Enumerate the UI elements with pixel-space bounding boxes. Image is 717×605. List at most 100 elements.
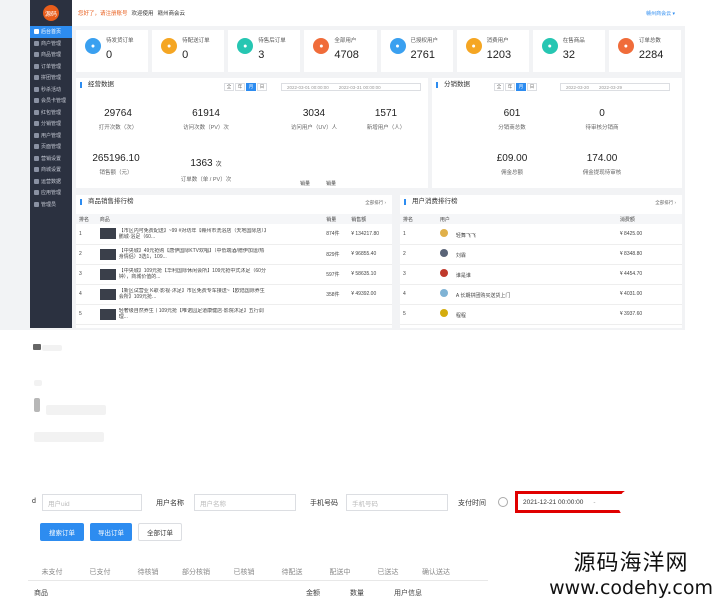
username-input[interactable]: 用户名称 — [194, 494, 296, 511]
uid-label: d — [32, 498, 36, 505]
sidebar-item[interactable]: 秒杀活动 — [30, 84, 72, 96]
order-status-tab[interactable]: 配送中 — [316, 564, 364, 580]
order-status-tab[interactable]: 已支付 — [76, 564, 124, 580]
dist-metric: 0 待审核分销商 — [562, 108, 642, 131]
rank-cell: 3 — [76, 264, 97, 285]
sidebar-item[interactable]: 商户管理 — [30, 38, 72, 50]
goods-cell: 轻奢级自然养生丨109元抢【唯诺园足道康健店·影院沐足】五行调理... — [96, 304, 324, 325]
user-name: 刘霖 — [455, 253, 466, 259]
search-orders-button[interactable]: 搜索订单 — [40, 523, 84, 541]
table-row[interactable]: 4 A 长期拼团购买送货上门 ¥ 4031.00 — [400, 284, 682, 305]
stat-value: 32 — [562, 49, 575, 61]
table-row[interactable]: 4 【新区试营业 K歌·影视·沐足】市区免费专车接送~【欧陆国际养生会所】109元… — [76, 284, 392, 305]
sidebar-item[interactable]: 红包管理 — [30, 107, 72, 119]
sidebar-item[interactable]: 运营数据 — [30, 176, 72, 188]
blurred-area — [34, 398, 40, 412]
metric-value: 61914 — [192, 108, 220, 119]
goods-rank-more-link[interactable]: 全部排行 › — [365, 200, 386, 206]
sidebar-item[interactable]: 营销设置 — [30, 153, 72, 165]
dist-period-tabs: 全年月日 — [494, 83, 537, 91]
period-tab[interactable]: 年 — [235, 83, 245, 91]
stat-card[interactable]: ● 消费用户 1203 — [456, 30, 529, 72]
ops-date-range[interactable]: 2022-03-01 00:00:00 2022-03-31 00:00:00 — [281, 83, 421, 91]
stat-card[interactable]: ● 订单总数 2284 — [608, 30, 681, 72]
nav-icon — [34, 63, 39, 69]
sidebar-item[interactable]: 商品管理 — [30, 49, 72, 61]
stat-card[interactable]: ● 待发货订单 0 — [76, 30, 149, 72]
nav-icon — [34, 40, 39, 46]
sidebar-item[interactable]: 后台首页 — [30, 26, 72, 38]
stat-card[interactable]: ● 在售商品 32 — [532, 30, 605, 72]
table-row[interactable]: 5 轻奢级自然养生丨109元抢【唯诺园足道康健店·影院沐足】五行调理... — [76, 304, 392, 325]
sort-tab-amount[interactable]: 销量 — [326, 180, 336, 187]
sidebar-item[interactable]: 商城设置 — [30, 164, 72, 176]
nav-icon — [34, 144, 39, 150]
order-status-tab[interactable]: 待配送 — [268, 564, 316, 580]
sidebar-item[interactable]: 页面管理 — [30, 141, 72, 153]
account-menu[interactable]: 赣州商会云 ▾ — [646, 10, 675, 17]
goods-cell: 【中央城】49元抢购【唐伊国际KTV欢唱】（中低端酒/赠伊加运/热身情侣）3选1… — [96, 244, 324, 265]
stat-value: 2284 — [638, 49, 664, 61]
sidebar-item[interactable]: 分销管理 — [30, 118, 72, 130]
order-status-tabs: 未支付 已支付 待核销 部分核销 已核销 待配送 配送中 已送达 确认送达 — [28, 564, 488, 581]
user-cell: 程程 — [436, 304, 617, 325]
order-status-tab[interactable]: 已送达 — [364, 564, 412, 580]
order-status-tab[interactable]: 确认送达 — [412, 564, 460, 580]
period-tab[interactable]: 月 — [516, 83, 526, 91]
sidebar-item-label: 秒杀活动 — [41, 86, 62, 93]
dist-date-range[interactable]: 2022-03-20 2022-03-29 — [560, 83, 670, 91]
sidebar-item[interactable]: 会员卡管理 — [30, 95, 72, 107]
goods-icon: ● — [541, 38, 558, 54]
sidebar-item[interactable]: 订单管理 — [30, 61, 72, 73]
table-row[interactable]: 3 【中央城】109元抢【华利国际休闲会所】109元抢中式沐足（60分钟），商城价… — [76, 264, 392, 285]
order-status-tab[interactable]: 已核销 — [220, 564, 268, 580]
user-name: A 长期拼团购买送货上门 — [455, 293, 511, 299]
period-tab[interactable]: 月 — [246, 83, 256, 91]
stat-label: 待售后订单 — [258, 38, 286, 44]
table-row[interactable]: 2 刘霖 ¥ 8348.80 — [400, 244, 682, 265]
period-tab[interactable]: 全 — [224, 83, 234, 91]
period-tab[interactable]: 全 — [494, 83, 504, 91]
table-row[interactable]: 1 轻舞飞飞 ¥ 8425.00 — [400, 224, 682, 245]
order-status-tab[interactable]: 待核销 — [124, 564, 172, 580]
order-status-tab[interactable]: 未支付 — [28, 564, 76, 580]
export-orders-button[interactable]: 导出订单 — [90, 523, 132, 541]
user-cell: 谁是谁 — [436, 264, 617, 285]
stat-card[interactable]: ● 已授权用户 2761 — [380, 30, 453, 72]
table-row[interactable]: 2 【中央城】49元抢购【唐伊国际KTV欢唱】（中低端酒/赠伊加运/热身情侣）3选… — [76, 244, 392, 265]
user-rank-table: 排名 用户 消费额 1 轻舞飞飞 ¥ 8425.00 2 刘霖 ¥ 8348.80 3 谁是谁 ¥ … — [400, 214, 682, 325]
stat-label: 已授权用户 — [410, 38, 439, 44]
table-row[interactable]: 3 谁是谁 ¥ 4454.70 — [400, 264, 682, 285]
col-qty: 数量 — [350, 590, 364, 597]
stat-card[interactable]: ● 待配送订单 0 — [152, 30, 225, 72]
uid-input[interactable]: 用户uid — [42, 494, 142, 511]
goods-name: 【中央城】49元抢购【唐伊国际KTV欢唱】（中低端酒/赠伊加运/热身情侣）3选1… — [99, 248, 320, 260]
order-status-tab[interactable]: 部分核销 — [172, 564, 220, 580]
sidebar-item[interactable]: 用户管理 — [30, 130, 72, 142]
stat-card[interactable]: ● 全部用户 4708 — [304, 30, 377, 72]
sidebar-item-label: 拼团管理 — [41, 75, 62, 82]
user-rank-more-link[interactable]: 全部排行 › — [655, 200, 676, 206]
period-tab[interactable]: 年 — [505, 83, 515, 91]
sort-tab-qty[interactable]: 销量 — [300, 180, 310, 187]
sidebar-item[interactable]: 管理员 — [30, 199, 72, 211]
all-orders-button[interactable]: 全部订单 — [138, 523, 182, 541]
ops-metric: 265196.10 销售额（元） — [76, 153, 156, 176]
nav-icon — [34, 167, 39, 173]
sidebar-item[interactable]: 应用管理 — [30, 187, 72, 199]
table-row[interactable]: 1 【市区内可免费配送】~99 #对坊年【赣州市洗浴店（天地国际店）】鹏城·浴足（… — [76, 224, 392, 245]
goods-name: 【新区试营业 K歌·影视·沐足】市区免费专车接送~【欧陆国际养生会所】109元抢… — [99, 288, 320, 300]
sidebar-item[interactable]: 拼团管理 — [30, 72, 72, 84]
user-cell: A 长期拼团购买送货上门 — [436, 284, 617, 305]
phone-input[interactable]: 手机号码 — [346, 494, 448, 511]
period-tab[interactable]: 日 — [527, 83, 537, 91]
metric-value: 1363 — [190, 158, 213, 169]
sidebar-item-label: 订单管理 — [41, 63, 62, 70]
period-tab[interactable]: 日 — [257, 83, 267, 91]
qty-cell — [323, 304, 349, 325]
table-row[interactable]: 5 程程 ¥ 3937.60 — [400, 304, 682, 325]
user-rank-title: 用户消费排行榜 — [404, 198, 682, 205]
stat-card[interactable]: ● 待售后订单 3 — [228, 30, 301, 72]
metric-label: 待审核分销商 — [585, 125, 619, 131]
avatar — [439, 249, 448, 257]
